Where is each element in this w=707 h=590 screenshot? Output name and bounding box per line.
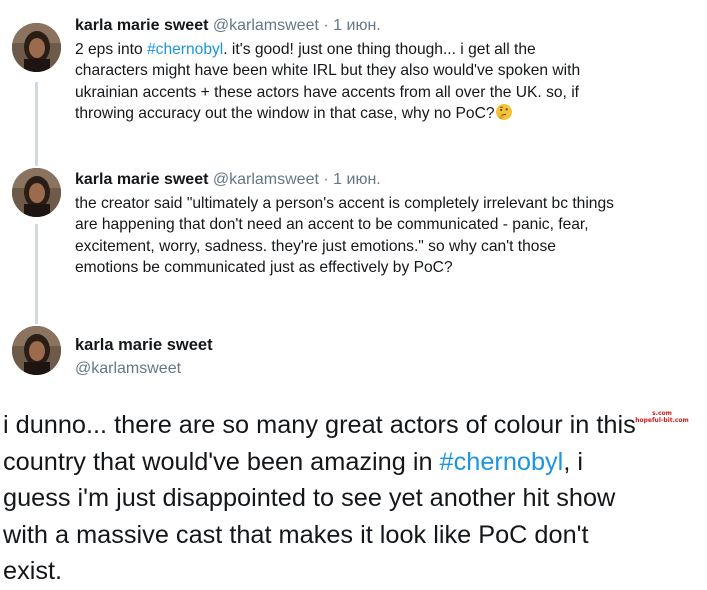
author-handle[interactable]: @karlamsweet (213, 171, 319, 188)
tweet-date[interactable]: 1 июн. (333, 171, 381, 188)
text-segment: . it's good! just one thing though... i … (223, 41, 536, 58)
tweet-text: the creator said "ultimately a person's … (75, 193, 700, 278)
author-name[interactable]: karla marie sweet (75, 336, 213, 355)
focused-tweet-text: i dunno... there are so many great actor… (3, 407, 703, 590)
text-segment: , i (563, 447, 583, 476)
watermark-line: hopeful-bit.com (635, 417, 689, 424)
text-line: excitement, worry, sadness. they're just… (75, 237, 556, 255)
tweet[interactable]: karla marie sweet @karlamsweet · 1 июн. … (75, 16, 700, 124)
tweet[interactable]: karla marie sweet @karlamsweet · 1 июн. … (75, 170, 700, 278)
avatar[interactable] (12, 168, 61, 217)
text-segment: country that would've been amazing in (3, 447, 440, 476)
text-line: i dunno... there are so many great actor… (3, 411, 636, 439)
watermark: s.com hopeful-bit.com (620, 410, 704, 436)
tweet-text: 2 eps into #chernobyl. it's good! just o… (75, 39, 700, 124)
watermark-line: s.com (652, 410, 672, 417)
text-line: exist. (3, 557, 63, 585)
text-line: are happening that don't need an accent … (75, 216, 589, 234)
author-name[interactable]: karla marie sweet (75, 171, 208, 188)
separator: · (323, 171, 329, 188)
text-line: with a massive cast that makes it look l… (3, 520, 589, 549)
author-name[interactable]: karla marie sweet (75, 17, 208, 34)
text-segment: 2 eps into (75, 41, 147, 58)
author-handle[interactable]: @karlamsweet (75, 360, 181, 378)
text-line: the creator said "ultimately a person's … (75, 195, 614, 212)
separator: · (323, 17, 329, 34)
tweet-header: karla marie sweet @karlamsweet · 1 июн. (75, 16, 700, 36)
text-line: emotions be communicated just as effecti… (75, 258, 453, 276)
text-line: ukrainian accents + these actors have ac… (75, 83, 580, 101)
hashtag-link[interactable]: #chernobyl (440, 448, 564, 476)
tweet-header: karla marie sweet @karlamsweet · 1 июн. (75, 170, 700, 190)
thread-line (35, 82, 38, 166)
avatar[interactable] (12, 23, 61, 72)
text-segment: throwing accuracy out the window in that… (75, 104, 495, 122)
text-line: guess i'm just disappointed to see yet a… (3, 484, 616, 512)
hashtag-link[interactable]: #chernobyl (147, 41, 223, 58)
thread-line (35, 224, 38, 324)
avatar[interactable] (12, 326, 61, 375)
tweet-date[interactable]: 1 июн. (333, 17, 381, 34)
thinking-face-icon (495, 103, 513, 121)
text-line: characters might have been white IRL but… (75, 62, 581, 80)
author-handle[interactable]: @karlamsweet (213, 17, 319, 34)
